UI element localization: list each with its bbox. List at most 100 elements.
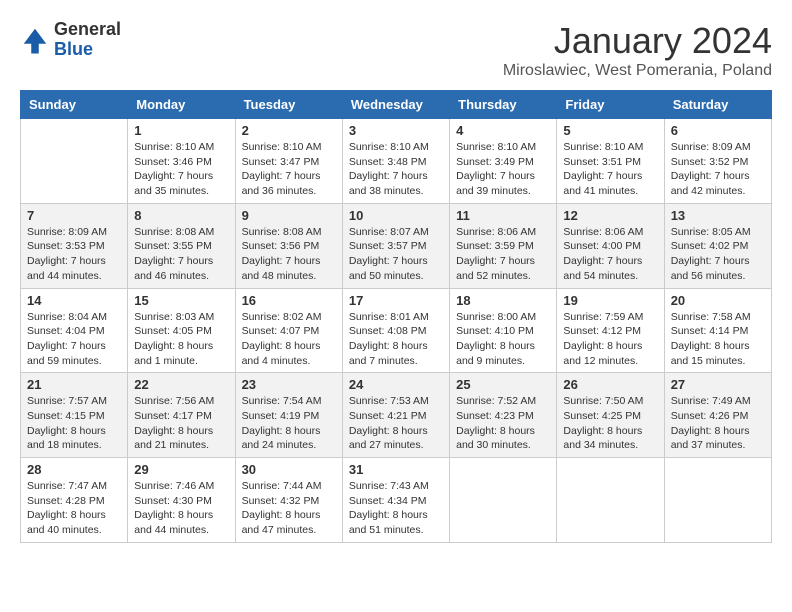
calendar-cell: 12Sunrise: 8:06 AM Sunset: 4:00 PM Dayli… (557, 203, 664, 288)
page-header: General Blue January 2024 Miroslawiec, W… (20, 20, 772, 80)
calendar-cell: 13 Sunrise: 8:05 AM Sunset: 4:02 PM Dayli… (664, 203, 771, 288)
day-number: 30 (242, 462, 336, 477)
calendar-cell: 8Sunrise: 8:08 AM Sunset: 3:55 PM Daylig… (128, 203, 235, 288)
calendar-week-3: 14Sunrise: 8:04 AM Sunset: 4:04 PM Dayli… (21, 288, 772, 373)
day-number: 4 (456, 123, 550, 138)
day-number: 27 (671, 377, 765, 392)
day-number: 25 (456, 377, 550, 392)
weekday-header-thursday: Thursday (450, 91, 557, 119)
day-info: Sunrise: 8:02 AM Sunset: 4:07 PM Dayligh… (242, 310, 336, 369)
calendar-cell: 24 Sunrise: 7:53 AM Sunset: 4:21 PM Dayli… (342, 373, 449, 458)
day-number: 14 (27, 293, 121, 308)
calendar-cell: 9 Sunrise: 8:08 AM Sunset: 3:56 PM Daylig… (235, 203, 342, 288)
day-info: Sunrise: 7:47 AM Sunset: 4:28 PM Dayligh… (27, 479, 121, 538)
calendar-week-4: 21Sunrise: 7:57 AM Sunset: 4:15 PM Dayli… (21, 373, 772, 458)
day-number: 21 (27, 377, 121, 392)
logo: General Blue (20, 20, 121, 60)
day-number: 12 (563, 208, 657, 223)
day-info: Sunrise: 7:53 AM Sunset: 4:21 PM Dayligh… (349, 394, 443, 453)
day-info: Sunrise: 8:10 AM Sunset: 3:47 PM Dayligh… (242, 140, 336, 199)
day-info: Sunrise: 7:44 AM Sunset: 4:32 PM Dayligh… (242, 479, 336, 538)
calendar-cell: 5Sunrise: 8:10 AM Sunset: 3:51 PM Daylig… (557, 119, 664, 204)
day-number: 24 (349, 377, 443, 392)
day-number: 9 (242, 208, 336, 223)
day-info: Sunrise: 7:59 AM Sunset: 4:12 PM Dayligh… (563, 310, 657, 369)
calendar-cell: 3Sunrise: 8:10 AM Sunset: 3:48 PM Daylig… (342, 119, 449, 204)
day-number: 23 (242, 377, 336, 392)
title-area: January 2024 Miroslawiec, West Pomerania… (503, 20, 772, 80)
calendar-cell: 4 Sunrise: 8:10 AM Sunset: 3:49 PM Daylig… (450, 119, 557, 204)
day-info: Sunrise: 7:46 AM Sunset: 4:30 PM Dayligh… (134, 479, 228, 538)
calendar-cell: 11 Sunrise: 8:06 AM Sunset: 3:59 PM Dayli… (450, 203, 557, 288)
day-number: 18 (456, 293, 550, 308)
day-number: 31 (349, 462, 443, 477)
day-number: 26 (563, 377, 657, 392)
calendar-table: SundayMondayTuesdayWednesdayThursdayFrid… (20, 90, 772, 543)
logo-text: General Blue (54, 20, 121, 60)
day-number: 5 (563, 123, 657, 138)
calendar-cell: 7 Sunrise: 8:09 AM Sunset: 3:53 PM Daylig… (21, 203, 128, 288)
day-number: 2 (242, 123, 336, 138)
weekday-header-tuesday: Tuesday (235, 91, 342, 119)
calendar-cell: 6Sunrise: 8:09 AM Sunset: 3:52 PM Daylig… (664, 119, 771, 204)
calendar-cell: 19 Sunrise: 7:59 AM Sunset: 4:12 PM Dayli… (557, 288, 664, 373)
day-info: Sunrise: 7:43 AM Sunset: 4:34 PM Dayligh… (349, 479, 443, 538)
day-info: Sunrise: 7:50 AM Sunset: 4:25 PM Dayligh… (563, 394, 657, 453)
logo-general: General (54, 20, 121, 40)
calendar-cell: 29 Sunrise: 7:46 AM Sunset: 4:30 PM Dayli… (128, 458, 235, 543)
day-number: 13 (671, 208, 765, 223)
calendar-cell: 10Sunrise: 8:07 AM Sunset: 3:57 PM Dayli… (342, 203, 449, 288)
day-number: 7 (27, 208, 121, 223)
weekday-header-friday: Friday (557, 91, 664, 119)
day-info: Sunrise: 8:09 AM Sunset: 3:53 PM Dayligh… (27, 225, 121, 284)
day-info: Sunrise: 8:08 AM Sunset: 3:56 PM Dayligh… (242, 225, 336, 284)
day-info: Sunrise: 8:07 AM Sunset: 3:57 PM Dayligh… (349, 225, 443, 284)
weekday-header-sunday: Sunday (21, 91, 128, 119)
day-number: 19 (563, 293, 657, 308)
weekday-header-wednesday: Wednesday (342, 91, 449, 119)
day-info: Sunrise: 7:52 AM Sunset: 4:23 PM Dayligh… (456, 394, 550, 453)
day-info: Sunrise: 8:10 AM Sunset: 3:49 PM Dayligh… (456, 140, 550, 199)
month-title: January 2024 (503, 20, 772, 62)
day-number: 22 (134, 377, 228, 392)
calendar-cell (557, 458, 664, 543)
weekday-header-monday: Monday (128, 91, 235, 119)
weekday-header-row: SundayMondayTuesdayWednesdayThursdayFrid… (21, 91, 772, 119)
day-number: 16 (242, 293, 336, 308)
day-number: 17 (349, 293, 443, 308)
day-number: 28 (27, 462, 121, 477)
day-number: 29 (134, 462, 228, 477)
day-info: Sunrise: 8:09 AM Sunset: 3:52 PM Dayligh… (671, 140, 765, 199)
calendar-cell: 25 Sunrise: 7:52 AM Sunset: 4:23 PM Dayli… (450, 373, 557, 458)
day-info: Sunrise: 8:00 AM Sunset: 4:10 PM Dayligh… (456, 310, 550, 369)
calendar-cell: 1 Sunrise: 8:10 AM Sunset: 3:46 PM Daylig… (128, 119, 235, 204)
day-info: Sunrise: 7:54 AM Sunset: 4:19 PM Dayligh… (242, 394, 336, 453)
day-number: 8 (134, 208, 228, 223)
calendar-cell (21, 119, 128, 204)
day-info: Sunrise: 8:03 AM Sunset: 4:05 PM Dayligh… (134, 310, 228, 369)
logo-icon (20, 25, 50, 55)
day-number: 15 (134, 293, 228, 308)
day-info: Sunrise: 7:58 AM Sunset: 4:14 PM Dayligh… (671, 310, 765, 369)
calendar-cell: 16 Sunrise: 8:02 AM Sunset: 4:07 PM Dayli… (235, 288, 342, 373)
calendar-cell: 2 Sunrise: 8:10 AM Sunset: 3:47 PM Daylig… (235, 119, 342, 204)
calendar-week-1: 1 Sunrise: 8:10 AM Sunset: 3:46 PM Daylig… (21, 119, 772, 204)
calendar-cell: 26 Sunrise: 7:50 AM Sunset: 4:25 PM Dayli… (557, 373, 664, 458)
calendar-cell: 31 Sunrise: 7:43 AM Sunset: 4:34 PM Dayli… (342, 458, 449, 543)
calendar-week-5: 28 Sunrise: 7:47 AM Sunset: 4:28 PM Dayli… (21, 458, 772, 543)
day-info: Sunrise: 8:10 AM Sunset: 3:46 PM Dayligh… (134, 140, 228, 199)
day-number: 3 (349, 123, 443, 138)
calendar-week-2: 7 Sunrise: 8:09 AM Sunset: 3:53 PM Daylig… (21, 203, 772, 288)
calendar-cell: 22Sunrise: 7:56 AM Sunset: 4:17 PM Dayli… (128, 373, 235, 458)
calendar-cell: 18 Sunrise: 8:00 AM Sunset: 4:10 PM Dayli… (450, 288, 557, 373)
day-number: 1 (134, 123, 228, 138)
calendar-cell: 28 Sunrise: 7:47 AM Sunset: 4:28 PM Dayli… (21, 458, 128, 543)
calendar-cell: 15 Sunrise: 8:03 AM Sunset: 4:05 PM Dayli… (128, 288, 235, 373)
calendar-cell: 14Sunrise: 8:04 AM Sunset: 4:04 PM Dayli… (21, 288, 128, 373)
day-info: Sunrise: 8:01 AM Sunset: 4:08 PM Dayligh… (349, 310, 443, 369)
day-info: Sunrise: 8:06 AM Sunset: 3:59 PM Dayligh… (456, 225, 550, 284)
day-number: 11 (456, 208, 550, 223)
calendar-cell: 21Sunrise: 7:57 AM Sunset: 4:15 PM Dayli… (21, 373, 128, 458)
day-info: Sunrise: 8:05 AM Sunset: 4:02 PM Dayligh… (671, 225, 765, 284)
calendar-cell: 27Sunrise: 7:49 AM Sunset: 4:26 PM Dayli… (664, 373, 771, 458)
